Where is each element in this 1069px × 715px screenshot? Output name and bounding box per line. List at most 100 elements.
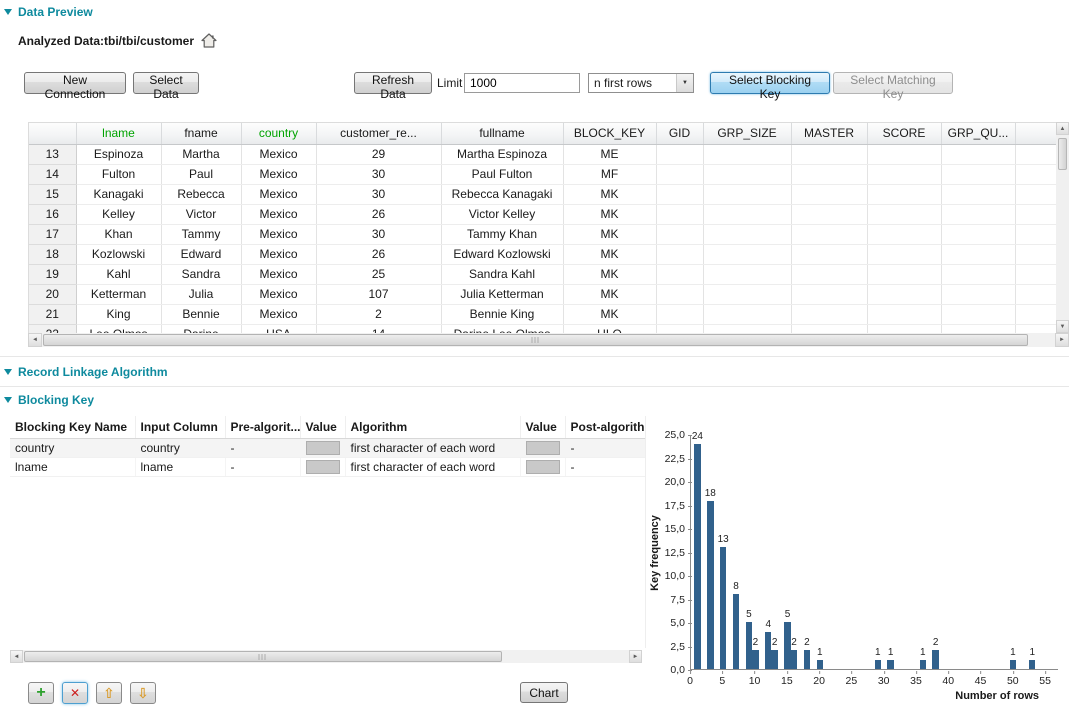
table-row[interactable]: 15KanagakiRebeccaMexico30Rebecca Kanagak… <box>29 184 1056 204</box>
table-cell: Ketterman <box>76 284 161 304</box>
move-down-button[interactable]: ⇩ <box>130 682 156 704</box>
table-row[interactable]: 18KozlowskiEdwardMexico26Edward Kozlowsk… <box>29 244 1056 264</box>
section-title-record-linkage: Record Linkage Algorithm <box>18 365 168 379</box>
column-header-fullname[interactable]: fullname <box>441 123 563 144</box>
section-data-preview[interactable]: Data Preview <box>4 4 93 20</box>
home-icon[interactable] <box>201 33 217 48</box>
column-header-grp-size[interactable]: GRP_SIZE <box>703 123 791 144</box>
disabled-value-box <box>526 460 560 474</box>
rows-filter-select[interactable]: n first rows ▼ <box>588 73 694 93</box>
move-up-button[interactable]: ⇧ <box>96 682 122 704</box>
table-cell: Mexico <box>241 224 316 244</box>
column-header-customer-re[interactable]: customer_re... <box>316 123 441 144</box>
column-header-pre-algorit[interactable]: Pre-algorit... <box>225 416 300 438</box>
column-header-post-algorith[interactable]: Post-algorith... <box>565 416 646 438</box>
select-blocking-key-button[interactable]: Select Blocking Key <box>710 72 830 94</box>
filler-cell <box>1015 244 1056 264</box>
column-header-blocking-key-name[interactable]: Blocking Key Name <box>10 416 135 438</box>
table-cell: MK <box>563 304 656 324</box>
table-row[interactable]: 21KingBennieMexico2Bennie KingMK <box>29 304 1056 324</box>
chart-button[interactable]: Chart <box>520 682 568 703</box>
table-row[interactable]: 14FultonPaulMexico30Paul FultonMF <box>29 164 1056 184</box>
row-number: 17 <box>29 224 76 244</box>
column-header-input-column[interactable]: Input Column <box>135 416 225 438</box>
horizontal-scrollbar-thumb[interactable] <box>24 651 502 662</box>
table-cell <box>941 324 1015 333</box>
table-row[interactable]: 22Lee OlmosDarineUSA14Darine Lee OlmosUL… <box>29 324 1056 333</box>
column-header-lname[interactable]: lname <box>76 123 161 144</box>
table-row[interactable]: 16KelleyVictorMexico26Victor KelleyMK <box>29 204 1056 224</box>
column-header-algorithm[interactable]: Algorithm <box>345 416 520 438</box>
blocking-key-cell: first character of each word <box>345 438 520 457</box>
delete-blocking-key-button[interactable]: ✕ <box>62 682 88 704</box>
table-cell: Mexico <box>241 244 316 264</box>
x-tick-label: 25 <box>846 671 858 687</box>
blocking-key-horizontal-scrollbar[interactable]: ◄ ► <box>10 650 642 663</box>
x-tick-label: 55 <box>1039 671 1051 687</box>
chart-bar <box>752 650 758 669</box>
column-header-score[interactable]: SCORE <box>867 123 941 144</box>
vertical-scrollbar-thumb[interactable] <box>1058 138 1067 170</box>
y-tick-label: 2,5 <box>670 641 685 653</box>
blocking-key-cell: - <box>225 457 300 476</box>
select-matching-key-button[interactable]: Select Matching Key <box>833 72 953 94</box>
table-cell <box>791 224 867 244</box>
blocking-key-row[interactable]: lnamelname-first character of each word- <box>10 457 646 476</box>
column-header-grp-qu[interactable]: GRP_QU... <box>941 123 1015 144</box>
scroll-down-icon[interactable]: ▼ <box>1056 320 1069 333</box>
scroll-right-icon[interactable]: ► <box>629 650 642 663</box>
table-cell: Darine <box>161 324 241 333</box>
preview-horizontal-scrollbar[interactable]: ◄ ► <box>28 333 1069 347</box>
table-cell: Martha <box>161 144 241 164</box>
table-cell: Mexico <box>241 204 316 224</box>
scroll-left-icon[interactable]: ◄ <box>28 333 42 347</box>
dropdown-arrow-icon: ▼ <box>676 74 693 92</box>
data-preview-table: lnamefnamecountrycustomer_re...fullnameB… <box>28 122 1056 333</box>
table-cell: MF <box>563 164 656 184</box>
x-tick-label: 0 <box>687 671 693 687</box>
x-tick-label: 40 <box>942 671 954 687</box>
row-number: 18 <box>29 244 76 264</box>
table-row[interactable]: 17KhanTammyMexico30Tammy KhanMK <box>29 224 1056 244</box>
column-header-value[interactable]: Value <box>300 416 345 438</box>
table-cell: Paul <box>161 164 241 184</box>
table-cell: Edward <box>161 244 241 264</box>
table-row[interactable]: 19KahlSandraMexico25Sandra KahlMK <box>29 264 1056 284</box>
scroll-left-icon[interactable]: ◄ <box>10 650 23 663</box>
column-header-country[interactable]: country <box>241 123 316 144</box>
table-row[interactable]: 20KettermanJuliaMexico107Julia Ketterman… <box>29 284 1056 304</box>
table-cell: Kelley <box>76 204 161 224</box>
scroll-right-icon[interactable]: ► <box>1055 333 1069 347</box>
chart-bar <box>771 650 777 669</box>
column-header-block-key[interactable]: BLOCK_KEY <box>563 123 656 144</box>
blocking-key-cell: lname <box>135 457 225 476</box>
section-record-linkage[interactable]: Record Linkage Algorithm <box>4 364 168 380</box>
row-number: 13 <box>29 144 76 164</box>
row-number: 15 <box>29 184 76 204</box>
table-cell: MK <box>563 204 656 224</box>
table-cell: 26 <box>316 244 441 264</box>
select-data-button[interactable]: Select Data <box>133 72 199 94</box>
column-header-fname[interactable]: fname <box>161 123 241 144</box>
column-header-gid[interactable]: GID <box>656 123 703 144</box>
collapse-triangle-icon <box>4 9 12 15</box>
refresh-data-button[interactable]: Refresh Data <box>354 72 432 94</box>
preview-vertical-scrollbar[interactable]: ▲ ▼ <box>1056 122 1069 333</box>
column-header-value[interactable]: Value <box>520 416 565 438</box>
chart-bar <box>875 660 881 669</box>
chart-bar <box>720 547 726 669</box>
table-row[interactable]: 13EspinozaMarthaMexico29Martha EspinozaM… <box>29 144 1056 164</box>
table-cell <box>656 304 703 324</box>
table-cell: Darine Lee Olmos <box>441 324 563 333</box>
scroll-up-icon[interactable]: ▲ <box>1056 122 1069 135</box>
row-number: 16 <box>29 204 76 224</box>
add-blocking-key-button[interactable]: + <box>28 682 54 704</box>
new-connection-button[interactable]: New Connection <box>24 72 126 94</box>
blocking-key-row[interactable]: countrycountry-first character of each w… <box>10 438 646 457</box>
horizontal-scrollbar-thumb[interactable] <box>43 334 1028 346</box>
limit-input[interactable] <box>464 73 580 93</box>
column-header-master[interactable]: MASTER <box>791 123 867 144</box>
section-blocking-key[interactable]: Blocking Key <box>4 392 94 408</box>
table-cell <box>867 304 941 324</box>
table-cell <box>656 244 703 264</box>
